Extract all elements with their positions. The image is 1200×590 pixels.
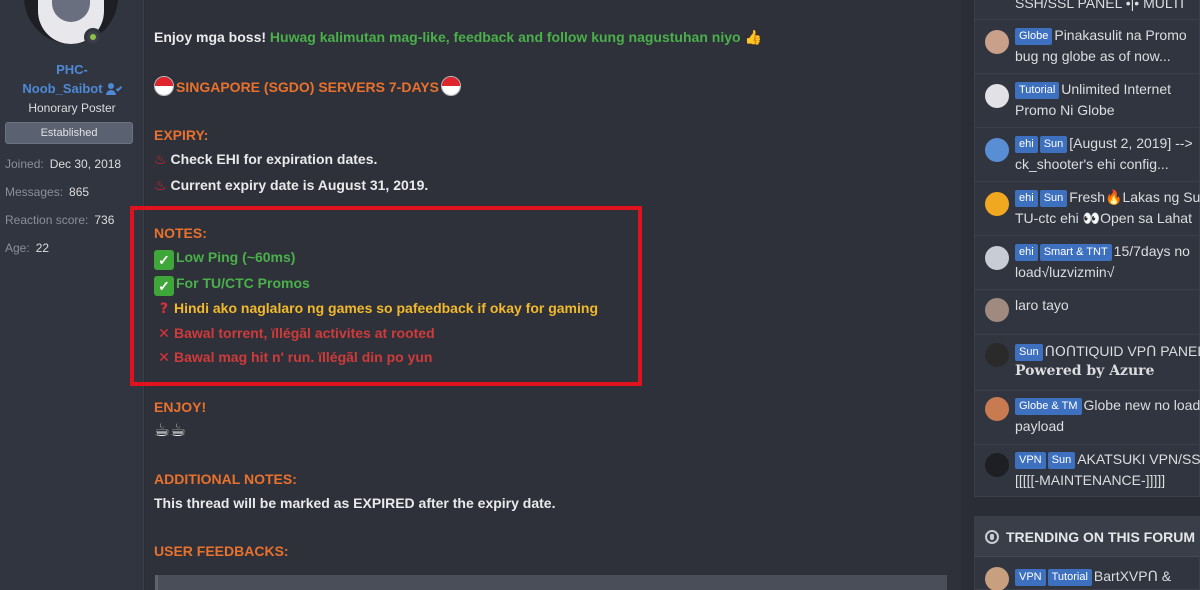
feedback-quote-block bbox=[155, 575, 947, 590]
trending-header: TRENDING ON THIS FORUM bbox=[975, 517, 1199, 557]
thread-item[interactable]: ehi Sun [August 2, 2019] --> ck_shooter's … bbox=[975, 128, 1200, 182]
prefix-badge[interactable]: Tutorial bbox=[1015, 82, 1060, 99]
thread-item[interactable]: ehi Smart & TNT 15/7days no load√luzvizmin… bbox=[975, 236, 1200, 290]
thread-item[interactable]: ehi Sun Fresh🔥Lakas ng Su TU-ctc ehi 👀Open… bbox=[975, 182, 1200, 236]
thread-item[interactable]: Globe & TM Globe new no load payload bbox=[975, 391, 1200, 445]
thread-item[interactable]: VPN Sun AKATSUKI VPN/SS [[[[[-MAINTENANCE-… bbox=[975, 445, 1200, 497]
avatar[interactable] bbox=[985, 298, 1009, 322]
username-line-2[interactable]: Noob_Saibot bbox=[22, 79, 102, 98]
user-avatar[interactable] bbox=[24, 0, 118, 46]
avatar[interactable] bbox=[985, 192, 1009, 216]
prefix-badge[interactable]: Smart & TNT bbox=[1039, 244, 1112, 261]
prefix-badge[interactable]: ehi bbox=[1015, 244, 1038, 261]
singapore-flag-icon bbox=[440, 76, 461, 96]
expiry-line-2: ♨ Current expiry date is August 31, 2019… bbox=[154, 177, 429, 194]
expiry-label: EXPIRY: bbox=[154, 127, 209, 143]
verified-user-icon bbox=[105, 82, 122, 95]
latest-threads-block: SSH/SSL PANEL •|• MULTI Globe Pinakasulit… bbox=[974, 0, 1200, 497]
expiry-line-1: ♨ Check EHI for expiration dates. bbox=[154, 151, 378, 168]
stat-reaction-score: Reaction score: 736 bbox=[5, 213, 115, 227]
avatar-image bbox=[24, 0, 118, 44]
online-status-icon bbox=[84, 28, 102, 46]
singapore-flag-icon bbox=[154, 76, 174, 96]
server-heading: SINGAPORE (SGDO) SERVERS 7-DAYS bbox=[154, 76, 463, 97]
avatar[interactable] bbox=[985, 453, 1009, 477]
stat-messages: Messages: 865 bbox=[5, 185, 90, 199]
avatar[interactable] bbox=[985, 84, 1009, 108]
intro-line: Enjoy mga boss! Huwag kalimutan mag-like… bbox=[154, 29, 762, 46]
enjoy-label: ENJOY! bbox=[154, 399, 207, 415]
avatar[interactable] bbox=[985, 343, 1009, 367]
trending-title: TRENDING ON THIS FORUM bbox=[1006, 528, 1195, 545]
thread-item[interactable]: SSH/SSL PANEL •|• MULTI bbox=[975, 0, 1200, 20]
prefix-badge[interactable]: Sun bbox=[1039, 136, 1068, 153]
thread-item[interactable]: Sun ՈՕՈTIQUID VPՈ PANEL Powered by Azure bbox=[975, 335, 1200, 391]
sidebar: SSH/SSL PANEL •|• MULTI Globe Pinakasulit… bbox=[974, 0, 1200, 590]
thread-item[interactable]: Tutorial Unlimited Internet Promo Ni Glob… bbox=[975, 74, 1200, 128]
prefix-badge[interactable]: VPN bbox=[1015, 569, 1046, 586]
trending-block: TRENDING ON THIS FORUM VPN Tutorial BartXV… bbox=[974, 516, 1200, 590]
username-line-1[interactable]: PHC- bbox=[0, 60, 144, 79]
user-feedbacks-label: USER FEEDBACKS: bbox=[154, 543, 289, 559]
prefix-badge[interactable]: Tutorial bbox=[1047, 569, 1092, 586]
user-stats: Joined: Dec 30, 2018 Messages: 865 Reactio… bbox=[5, 150, 140, 262]
avatar[interactable] bbox=[985, 397, 1009, 421]
thread-item[interactable]: Globe Pinakasulit na Promo bug ng globe a… bbox=[975, 20, 1200, 74]
prefix-badge[interactable]: ehi bbox=[1015, 190, 1038, 207]
prefix-badge[interactable]: Globe bbox=[1015, 28, 1053, 45]
user-title: Honorary Poster bbox=[28, 101, 116, 115]
prefix-badge[interactable]: Sun bbox=[1039, 190, 1068, 207]
avatar[interactable] bbox=[985, 246, 1009, 270]
prefix-badge[interactable]: Sun bbox=[1047, 452, 1076, 469]
prefix-badge[interactable]: Globe & TM bbox=[1015, 398, 1082, 415]
highlight-annotation-box bbox=[130, 206, 642, 386]
username-link[interactable]: PHC- Noob_Saibot bbox=[0, 60, 144, 98]
avatar[interactable] bbox=[985, 30, 1009, 54]
additional-notes-label: ADDITIONAL NOTES: bbox=[154, 471, 297, 487]
stat-joined: Joined: Dec 30, 2018 bbox=[5, 157, 122, 171]
hot-springs-icon: ♨ bbox=[154, 178, 167, 194]
stat-age: Age: 22 bbox=[5, 241, 50, 255]
additional-notes-text: This thread will be marked as EXPIRED af… bbox=[154, 495, 556, 511]
coffee-icon: ☕☕ bbox=[154, 420, 187, 441]
user-info-column: PHC- Noob_Saibot Honorary Poster Establi… bbox=[0, 0, 144, 590]
avatar[interactable] bbox=[985, 567, 1009, 590]
thumbs-up-icon: 👍 bbox=[744, 30, 762, 46]
user-banner: Established bbox=[5, 122, 133, 144]
hot-springs-icon: ♨ bbox=[154, 152, 167, 168]
prefix-badge[interactable]: Sun bbox=[1015, 344, 1043, 361]
prefix-badge[interactable]: ehi bbox=[1015, 136, 1038, 153]
avatar[interactable] bbox=[985, 138, 1009, 162]
fire-icon bbox=[985, 529, 999, 544]
thread-item[interactable]: laro tayo bbox=[975, 290, 1200, 335]
prefix-badge[interactable]: VPN bbox=[1015, 452, 1046, 469]
thread-item[interactable]: VPN Tutorial BartXVPՈ & bbox=[975, 558, 1200, 590]
